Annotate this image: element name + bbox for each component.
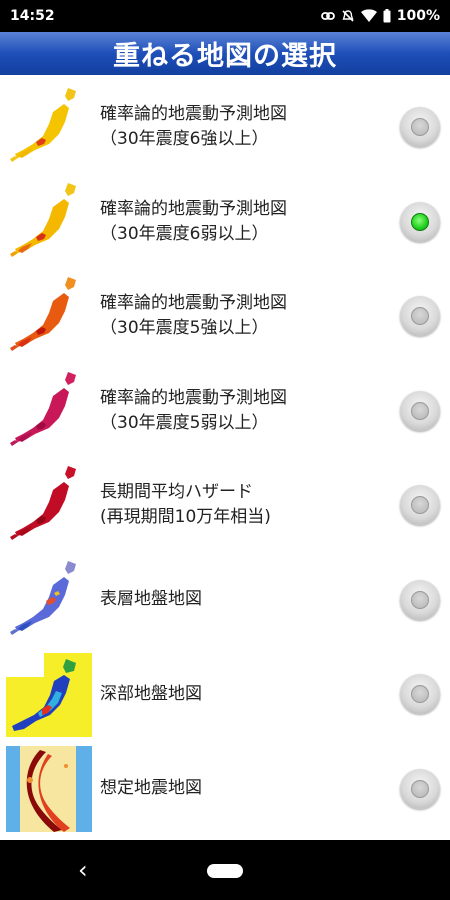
map-option-row[interactable]: 深部地盤地図	[0, 647, 450, 742]
japan-map-yellow-thumbnail	[10, 88, 76, 163]
map-option-label: 確率論的地震動予測地図 （30年震度5強以上）	[100, 293, 287, 339]
mute-icon	[341, 9, 355, 23]
map-option-label: 確率論的地震動予測地図 （30年震度6弱以上）	[100, 198, 287, 244]
map-option-row[interactable]: 想定地震地図	[0, 742, 450, 837]
map-option-label: 長期間平均ハザード (再現期間10万年相当)	[100, 482, 271, 528]
japan-map-orange-red-thumbnail	[10, 277, 76, 352]
map-option-radio[interactable]	[400, 201, 440, 242]
map-option-radio[interactable]	[400, 674, 440, 715]
map-option-row[interactable]: 確率論的地震動予測地図 （30年震度5弱以上）	[0, 364, 450, 459]
map-option-row[interactable]: 確率論的地震動予測地図 （30年震度6強以上）	[0, 80, 450, 175]
japan-map-deep-thumbnail	[6, 653, 92, 738]
home-pill-button[interactable]	[207, 864, 243, 878]
link-icon	[320, 9, 335, 23]
status-time: 14:52	[10, 8, 55, 24]
map-option-list: 確率論的地震動予測地図 （30年震度6強以上） 確率論的地震動予測地図 （30年…	[0, 80, 450, 836]
japan-map-crimson-thumbnail	[10, 466, 76, 541]
back-chevron-icon[interactable]: ‹	[78, 856, 88, 884]
map-option-radio[interactable]	[400, 390, 440, 431]
status-bar: 14:52 100%	[0, 0, 450, 32]
map-option-label: 想定地震地図	[100, 778, 202, 799]
map-option-row[interactable]: 確率論的地震動予測地図 （30年震度5強以上）	[0, 269, 450, 364]
map-option-label: 深部地盤地図	[100, 683, 202, 704]
map-option-label: 確率論的地震動予測地図 （30年震度6強以上）	[100, 104, 287, 150]
wifi-icon	[360, 9, 377, 23]
map-option-radio[interactable]	[400, 485, 440, 526]
battery-percent: 100%	[396, 8, 440, 24]
battery-icon	[383, 9, 391, 23]
japan-map-blue-thumbnail	[10, 560, 76, 635]
map-option-radio[interactable]	[400, 107, 440, 148]
map-option-row[interactable]: 長期間平均ハザード (再現期間10万年相当)	[0, 458, 450, 553]
map-option-radio[interactable]	[400, 579, 440, 620]
japan-map-magenta-thumbnail	[10, 371, 76, 446]
page-title: 重ねる地図の選択	[113, 41, 337, 72]
japan-map-yellow-orange-thumbnail	[10, 182, 76, 257]
map-option-radio[interactable]	[400, 768, 440, 809]
japan-map-scenario-thumbnail	[6, 745, 92, 832]
map-option-row[interactable]: 確率論的地震動予測地図 （30年震度6弱以上）	[0, 175, 450, 270]
page-title-bar: 重ねる地図の選択	[0, 32, 450, 75]
map-option-row[interactable]: 表層地盤地図	[0, 553, 450, 648]
map-option-label: 確率論的地震動予測地図 （30年震度5弱以上）	[100, 387, 287, 433]
map-option-label: 表層地盤地図	[100, 589, 202, 610]
map-option-radio[interactable]	[400, 296, 440, 337]
navigation-bar: ‹	[0, 840, 450, 900]
